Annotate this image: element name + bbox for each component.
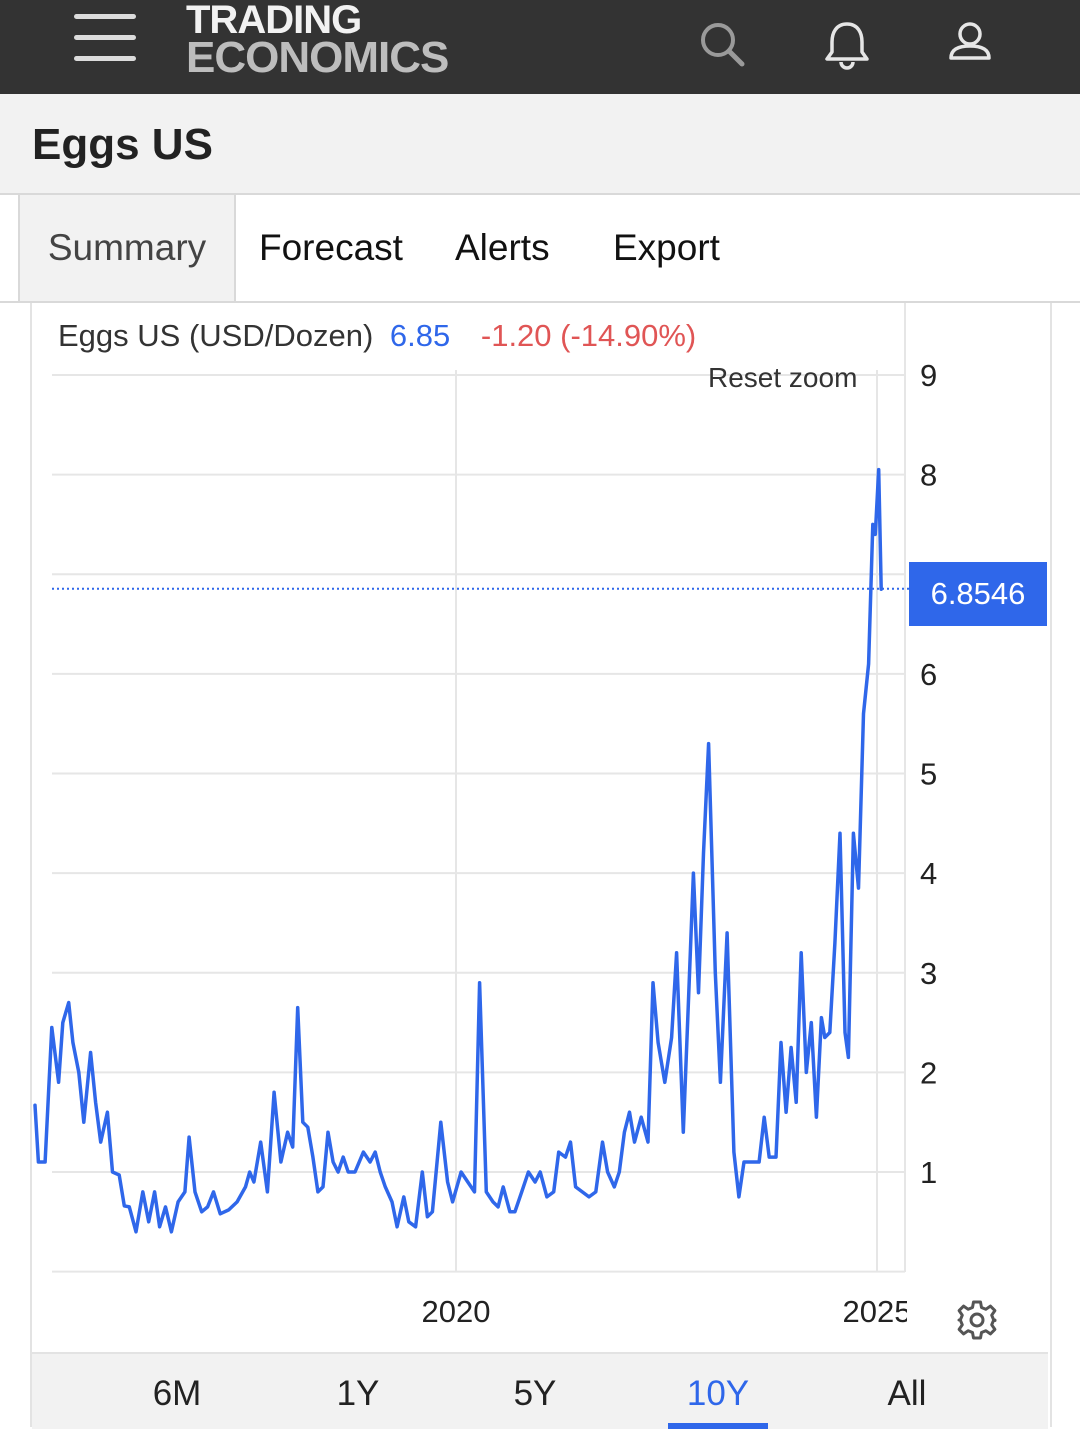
- current-price-label: 6.8546: [909, 562, 1047, 626]
- x-tick-label: 2025: [843, 1294, 912, 1329]
- range-10y-button[interactable]: 10Y: [667, 1354, 769, 1429]
- chart-current-value: 6.85: [389, 318, 451, 353]
- y-tick-label: 9: [920, 358, 937, 393]
- range-1y-button[interactable]: 1Y: [303, 1354, 413, 1429]
- y-tick-label: 6: [920, 657, 937, 692]
- y-tick-label: 2: [920, 1055, 937, 1090]
- range-6m-button[interactable]: 6M: [122, 1354, 232, 1429]
- y-tick-label: 4: [920, 856, 937, 891]
- series-line: [33, 467, 883, 1234]
- x-tick-label: 2020: [422, 1294, 491, 1329]
- price-chart[interactable]: 9 8 6 5 4 3 2 1 2020 2025: [0, 0, 1080, 1427]
- reset-zoom-button[interactable]: Reset zoom: [708, 362, 857, 394]
- chart-change: -1.20 (-14.90%): [480, 318, 697, 353]
- y-tick-label: 8: [920, 458, 937, 493]
- chart-series-name: Eggs US (USD/Dozen): [58, 318, 374, 353]
- range-all-button[interactable]: All: [852, 1354, 962, 1429]
- range-5y-button[interactable]: 5Y: [480, 1354, 590, 1429]
- y-tick-label: 5: [920, 757, 937, 792]
- range-selector: 6M 1Y 5Y 10Y All: [32, 1352, 1048, 1429]
- gear-icon[interactable]: [956, 1299, 998, 1341]
- y-tick-label: 3: [920, 956, 937, 991]
- chart-header: Eggs US (USD/Dozen) 6.85 -1.20 (-14.90%): [58, 318, 696, 354]
- y-tick-label: 1: [920, 1155, 937, 1190]
